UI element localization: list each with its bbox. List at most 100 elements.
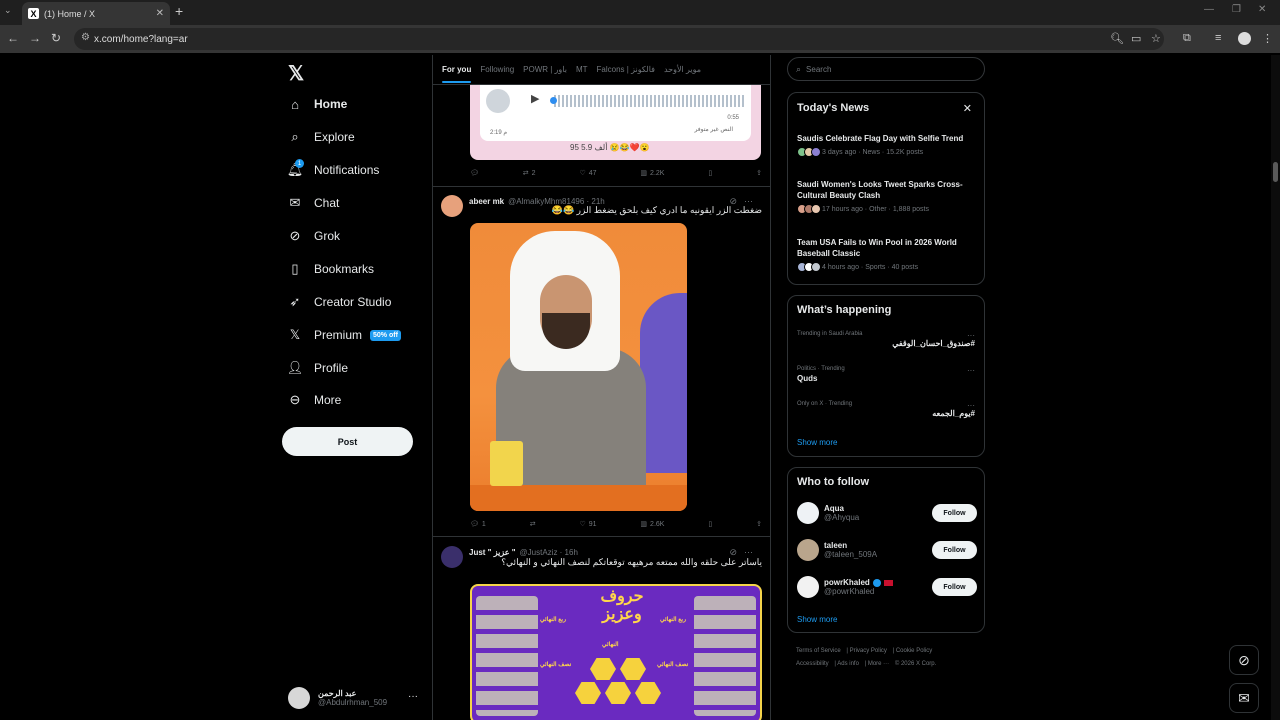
reply-icon[interactable]: 💬︎ (470, 169, 479, 177)
media-icon[interactable]: ≡ (1215, 32, 1221, 44)
nav-chat[interactable]: ✉ Chat (288, 195, 340, 210)
news-item-meta: 4 hours ago · Sports · 40 posts (822, 263, 919, 271)
todays-news-title: Today's News (797, 102, 870, 114)
new-tab-icon[interactable]: + (175, 3, 183, 19)
share-icon[interactable]: ⇪ (756, 520, 762, 528)
nav-explore[interactable]: ⌕ Explore (288, 129, 354, 144)
trend-item[interactable]: Trending in Saudi Arabia #صندوق_احسان_ال… (797, 331, 977, 348)
view-count: 2.2K (650, 169, 665, 177)
home-icon: ⌂ (291, 96, 299, 112)
nav-more[interactable]: ⊖ More (288, 392, 342, 407)
nav-grok[interactable]: ⊘ Grok (288, 228, 340, 243)
show-more-link[interactable]: Show more (797, 615, 837, 624)
nav-bookmarks[interactable]: ▯ Bookmarks (288, 261, 374, 276)
follow-suggestion[interactable]: taleen @taleen_509A Follow (797, 537, 977, 563)
site-info-icon[interactable]: ⚙ (81, 32, 90, 43)
show-more-link[interactable]: Show more (797, 438, 837, 447)
scrollbar-thumb[interactable] (1273, 162, 1278, 182)
post-image[interactable] (470, 223, 687, 511)
nav-premium[interactable]: 𝕏 Premium 50% off (288, 327, 401, 342)
nav-home[interactable]: ⌂ Home (288, 96, 347, 112)
extensions-icon[interactable]: ⧉ (1183, 32, 1191, 45)
more-dots-icon[interactable]: ··· (408, 691, 418, 702)
repost-button[interactable]: ⇄ 2 (523, 169, 536, 178)
footer-link[interactable]: Privacy Policy (850, 648, 887, 654)
browser-profile-avatar[interactable] (1238, 32, 1251, 45)
search-input[interactable]: ⌕ Search (787, 57, 985, 81)
reply-count: 1 (481, 520, 486, 528)
post-time[interactable]: 16h (565, 548, 578, 557)
zoom-icon[interactable]: 🔍︎ (1110, 32, 1124, 45)
post-author-handle[interactable]: @JustAziz (520, 548, 558, 557)
more-dots-icon[interactable]: ··· (967, 401, 975, 410)
footer-link[interactable]: Accessibility (796, 661, 829, 667)
restore-icon[interactable]: ❐ (1232, 4, 1241, 15)
x-favicon-icon: X (28, 8, 39, 19)
trend-item[interactable]: Only on X · Trending #يوم_الجمعه ··· (797, 401, 977, 418)
footer-link[interactable]: Terms of Service (796, 648, 841, 654)
close-window-icon[interactable]: ✕ (1258, 4, 1266, 15)
share-icon[interactable]: ⇪ (756, 169, 762, 177)
nav-creator-studio[interactable]: ➶ Creator Studio (288, 294, 392, 309)
follow-button[interactable]: Follow (932, 504, 977, 522)
close-tab-icon[interactable]: ✕ (156, 8, 164, 19)
voice-note-image[interactable]: ▶ 0:55 2:19 م النص غير متوفر 95 5.9 ألف … (470, 85, 761, 160)
mail-icon[interactable]: ✉ (1229, 683, 1259, 713)
news-item[interactable]: Saudis Celebrate Flag Day with Selfie Tr… (797, 133, 977, 157)
cast-icon[interactable]: ▭ (1131, 32, 1141, 45)
tab-falcons[interactable]: Falcons | فالكونز (597, 65, 655, 74)
views-button[interactable]: ▥ 2.2K (640, 169, 665, 178)
repost-icon[interactable]: ⇄ (530, 520, 536, 528)
more-dots-icon[interactable]: ··· (744, 547, 753, 557)
avatar[interactable] (441, 195, 463, 217)
trend-topic: #يوم_الجمعه (932, 409, 975, 418)
avatar[interactable] (441, 546, 463, 568)
follow-suggestion[interactable]: powrKhaled @powrKhaled Follow (797, 574, 977, 600)
follow-button[interactable]: Follow (932, 578, 977, 596)
chart-icon: ▥ (640, 521, 648, 528)
close-icon[interactable]: ✕ (963, 102, 972, 115)
bookmark-icon[interactable]: ▯ (708, 520, 712, 528)
more-dots-icon[interactable]: ··· (967, 366, 975, 375)
minimize-icon[interactable]: — (1204, 4, 1214, 15)
tab-search-chevron-icon[interactable]: ⌄ (4, 5, 12, 16)
trend-item[interactable]: Politics · Trending Quds ··· (797, 366, 977, 383)
post-button[interactable]: Post (282, 427, 413, 456)
news-item[interactable]: Saudi Women's Looks Tweet Sparks Cross-C… (797, 179, 977, 214)
reload-icon[interactable]: ↻ (51, 31, 61, 45)
nav-profile[interactable]: 👤︎ Profile (287, 360, 348, 375)
like-count: 91 (588, 520, 597, 528)
follow-suggestion[interactable]: Aqua @Ahyqua Follow (797, 500, 977, 526)
views-button[interactable]: ▥ 2.6K (640, 520, 664, 529)
tab-muir[interactable]: موير الأوحد (664, 65, 701, 74)
tab-powr[interactable]: POWR | باور (523, 65, 567, 74)
follow-button[interactable]: Follow (932, 541, 977, 559)
footer-link[interactable]: More ··· (868, 661, 889, 667)
tab-mt[interactable]: MT (576, 65, 588, 74)
grok-icon[interactable]: ⊘ (1229, 645, 1259, 675)
like-button[interactable]: ♡ 47 (579, 169, 596, 178)
tab-following[interactable]: Following (480, 65, 514, 74)
scrollbar[interactable] (1271, 55, 1280, 720)
url-field[interactable]: ⚙ x.com/home?lang=ar (74, 28, 1164, 50)
repost-count: 2 (531, 169, 536, 177)
browser-menu-icon[interactable]: ⋮ (1262, 32, 1273, 45)
tab-for-you[interactable]: For you (442, 65, 472, 83)
footer-link[interactable]: Ads info (837, 661, 859, 667)
browser-tab[interactable]: X (1) Home / X ✕ (22, 2, 170, 25)
footer-link[interactable]: Cookie Policy (896, 648, 932, 654)
grok-icon[interactable]: ⊘ (729, 547, 737, 558)
bookmark-icon[interactable]: ▯ (708, 169, 712, 177)
back-icon[interactable]: ← (7, 31, 19, 45)
forward-icon[interactable]: → (29, 31, 41, 45)
reply-button[interactable]: 💬︎ 1 (470, 520, 486, 529)
news-item[interactable]: Team USA Fails to Win Pool in 2026 World… (797, 237, 977, 272)
more-dots-icon[interactable]: ··· (967, 331, 975, 340)
x-logo-icon[interactable]: 𝕏 (288, 61, 304, 86)
bookmark-star-icon[interactable]: ☆ (1151, 32, 1161, 45)
nav-notifications[interactable]: 🔔︎ 1 Notifications (287, 159, 379, 177)
like-button[interactable]: ♡ 91 (579, 520, 597, 529)
post-image[interactable]: حروف وعزيز ربع النهائي نصف النهائي النها… (470, 584, 762, 720)
account-switcher[interactable]: عبد الرحمن @Abdulrhman_509 ··· (288, 685, 422, 711)
post-author-name[interactable]: Just " عزيز " (469, 548, 516, 557)
